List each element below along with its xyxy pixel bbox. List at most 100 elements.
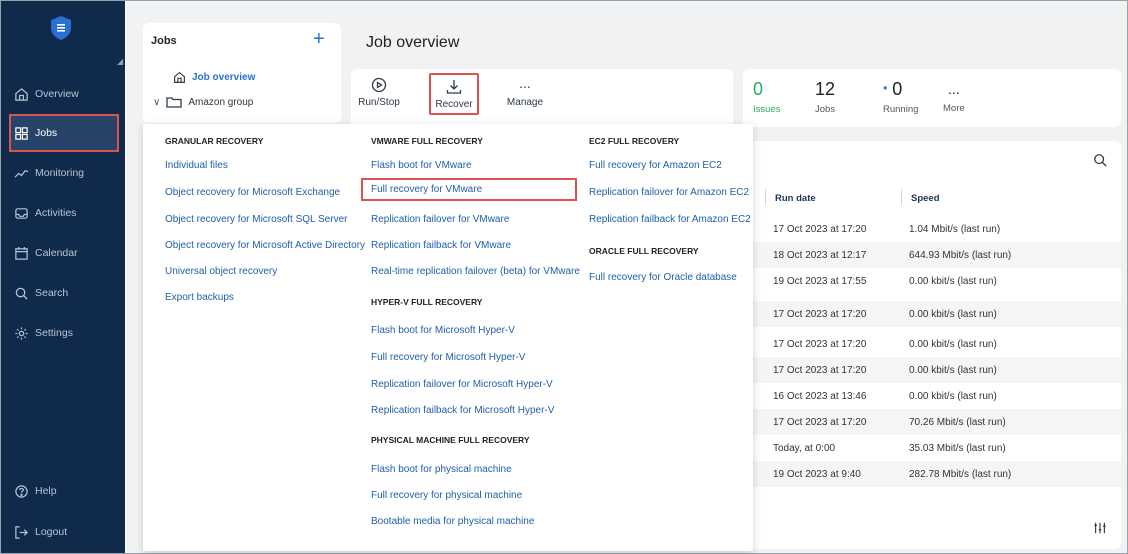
chevron-down-icon[interactable]: ∨ bbox=[153, 97, 160, 108]
menu-item-universal-object-recovery[interactable]: Universal object recovery bbox=[165, 266, 277, 277]
menu-item-full-recovery-physical[interactable]: Full recovery for physical machine bbox=[371, 490, 522, 501]
nav-label: Calendar bbox=[35, 247, 78, 259]
nav-item-calendar[interactable]: Calendar bbox=[11, 236, 117, 270]
nav-label: Help bbox=[35, 485, 57, 497]
menu-item-flash-boot-hyperv[interactable]: Flash boot for Microsoft Hyper-V bbox=[371, 325, 515, 336]
nav-item-monitoring[interactable]: Monitoring bbox=[11, 156, 117, 190]
stat-more[interactable]: ... More bbox=[943, 79, 965, 114]
menu-item-flash-boot-physical[interactable]: Flash boot for physical machine bbox=[371, 464, 512, 475]
menu-item-replication-failback-ec2[interactable]: Replication failback for Amazon EC2 bbox=[589, 214, 751, 225]
run-date-cell: Today, at 0:00 bbox=[773, 443, 836, 454]
more-label: More bbox=[943, 103, 965, 114]
run-stop-button[interactable]: Run/Stop bbox=[355, 77, 403, 108]
table-row[interactable]: 17 Oct 2023 at 17:20 0.00 kbit/s (last ru… bbox=[743, 301, 1121, 327]
menu-heading-ec2: EC2 FULL RECOVERY bbox=[589, 136, 680, 146]
tree-item-job-overview[interactable]: Job overview bbox=[173, 71, 255, 84]
run-date-cell: 16 Oct 2023 at 13:46 bbox=[773, 391, 867, 402]
menu-item-replication-failover-ec2[interactable]: Replication failover for Amazon EC2 bbox=[589, 187, 749, 198]
run-stop-label: Run/Stop bbox=[358, 97, 400, 108]
table-row[interactable]: Today, at 0:00 35.03 Mbit/s (last run) bbox=[743, 435, 1121, 461]
table-row[interactable]: 19 Oct 2023 at 9:40 282.78 Mbit/s (last r… bbox=[743, 461, 1121, 487]
jobs-label: Jobs bbox=[815, 104, 836, 115]
page-title: Job overview bbox=[366, 34, 460, 51]
menu-item-sql-recovery[interactable]: Object recovery for Microsoft SQL Server bbox=[165, 214, 347, 225]
menu-item-ad-recovery[interactable]: Object recovery for Microsoft Active Dir… bbox=[165, 240, 365, 251]
speed-cell: 0.00 kbit/s (last run) bbox=[909, 391, 997, 402]
help-icon bbox=[15, 484, 28, 498]
search-icon bbox=[15, 287, 28, 300]
gear-icon bbox=[15, 326, 28, 340]
menu-item-exchange-recovery[interactable]: Object recovery for Microsoft Exchange bbox=[165, 187, 340, 198]
col-header-run-date[interactable]: Run date bbox=[775, 193, 816, 204]
toolbar: Run/Stop Recover ... Manage bbox=[351, 69, 733, 127]
stat-running[interactable]: • 0 Running bbox=[867, 79, 918, 115]
running-count: • 0 bbox=[883, 79, 903, 99]
table-row[interactable]: 17 Oct 2023 at 17:20 70.26 Mbit/s (last r… bbox=[743, 409, 1121, 435]
nav-label: Monitoring bbox=[35, 167, 85, 179]
table-row[interactable]: 19 Oct 2023 at 17:55 0.00 kbit/s (last ru… bbox=[743, 268, 1121, 294]
nav-item-jobs[interactable]: Jobs bbox=[9, 114, 119, 152]
collapse-arrow-icon[interactable]: ◢ bbox=[117, 57, 123, 66]
tree-item-label: Job overview bbox=[192, 72, 256, 83]
tree-item-amazon-group[interactable]: ∨ Amazon group bbox=[153, 96, 253, 108]
menu-heading-granular: GRANULAR RECOVERY bbox=[165, 136, 264, 146]
jobs-panel-title: Jobs bbox=[151, 35, 177, 47]
menu-item-bootable-media-physical[interactable]: Bootable media for physical machine bbox=[371, 516, 534, 527]
menu-item-replication-failover-vmware[interactable]: Replication failover for VMware bbox=[371, 214, 509, 225]
stat-issues[interactable]: 0 Issues bbox=[753, 79, 780, 115]
column-settings-icon[interactable] bbox=[1093, 521, 1107, 535]
menu-item-replication-failback-hyperv[interactable]: Replication failback for Microsoft Hyper… bbox=[371, 405, 554, 416]
menu-item-replication-failback-vmware[interactable]: Replication failback for VMware bbox=[371, 240, 511, 251]
nav-item-overview[interactable]: Overview bbox=[11, 77, 117, 111]
menu-item-full-recovery-hyperv[interactable]: Full recovery for Microsoft Hyper-V bbox=[371, 352, 525, 363]
home-icon bbox=[15, 87, 28, 101]
nav-item-settings[interactable]: Settings bbox=[11, 316, 117, 350]
nav-label: Logout bbox=[35, 526, 68, 538]
table-row[interactable]: 18 Oct 2023 at 12:17 644.93 Mbit/s (last … bbox=[743, 242, 1121, 268]
col-header-speed[interactable]: Speed bbox=[911, 193, 940, 204]
menu-item-full-recovery-vmware[interactable]: Full recovery for VMware bbox=[361, 178, 577, 201]
column-separator bbox=[901, 189, 902, 205]
search-icon[interactable] bbox=[1093, 153, 1107, 167]
menu-item-flash-boot-vmware[interactable]: Flash boot for VMware bbox=[371, 160, 472, 171]
download-icon bbox=[446, 80, 462, 94]
nav-item-activities[interactable]: Activities bbox=[11, 196, 117, 230]
menu-heading-oracle: ORACLE FULL RECOVERY bbox=[589, 246, 699, 256]
menu-item-replication-failover-hyperv[interactable]: Replication failover for Microsoft Hyper… bbox=[371, 379, 553, 390]
tree-item-label: Amazon group bbox=[188, 96, 254, 108]
speed-cell: 1.04 Mbit/s (last run) bbox=[909, 224, 1001, 235]
issues-label: Issues bbox=[753, 104, 781, 115]
table-row[interactable]: 17 Oct 2023 at 17:20 0.00 kbit/s (last ru… bbox=[743, 357, 1121, 383]
run-date-cell: 17 Oct 2023 at 17:20 bbox=[773, 339, 867, 350]
menu-item-export-backups[interactable]: Export backups bbox=[165, 292, 234, 303]
menu-heading-vmware: VMWARE FULL RECOVERY bbox=[371, 136, 483, 146]
menu-item-full-recovery-oracle[interactable]: Full recovery for Oracle database bbox=[589, 272, 737, 283]
run-date-cell: 19 Oct 2023 at 17:55 bbox=[773, 276, 867, 287]
jobs-panel: Jobs + Job overview ∨ Amazon group bbox=[143, 23, 341, 123]
menu-item-realtime-failover-vmware[interactable]: Real-time replication failover (beta) fo… bbox=[371, 266, 580, 277]
inbox-icon bbox=[15, 207, 28, 219]
run-date-cell: 17 Oct 2023 at 17:20 bbox=[773, 417, 867, 428]
play-circle-icon bbox=[371, 77, 387, 93]
menu-item-full-recovery-ec2[interactable]: Full recovery for Amazon EC2 bbox=[589, 160, 722, 171]
table-row[interactable]: 17 Oct 2023 at 17:20 1.04 Mbit/s (last ru… bbox=[743, 216, 1121, 242]
manage-button[interactable]: ... Manage bbox=[501, 76, 549, 108]
nav-item-help[interactable]: Help bbox=[11, 474, 117, 508]
speed-cell: 70.26 Mbit/s (last run) bbox=[909, 417, 1006, 428]
add-job-button[interactable]: + bbox=[313, 28, 325, 51]
nav-item-logout[interactable]: Logout bbox=[11, 515, 117, 549]
run-date-cell: 17 Oct 2023 at 17:20 bbox=[773, 365, 867, 376]
run-date-cell: 17 Oct 2023 at 17:20 bbox=[773, 309, 867, 320]
nav-label: Overview bbox=[35, 88, 79, 100]
table-row[interactable]: 17 Oct 2023 at 17:20 0.00 kbit/s (last ru… bbox=[743, 331, 1121, 357]
side-nav: ◢ Overview Jobs Monitoring Activities Ca… bbox=[1, 1, 125, 553]
recover-button[interactable]: Recover bbox=[429, 73, 479, 115]
menu-item-individual-files[interactable]: Individual files bbox=[165, 160, 228, 171]
recover-label: Recover bbox=[435, 99, 473, 110]
nav-item-search[interactable]: Search bbox=[11, 276, 117, 310]
stat-jobs[interactable]: 12 Jobs bbox=[815, 79, 835, 115]
table-row[interactable]: 16 Oct 2023 at 13:46 0.00 kbit/s (last ru… bbox=[743, 383, 1121, 409]
column-separator bbox=[765, 189, 766, 205]
speed-cell: 0.00 kbit/s (last run) bbox=[909, 365, 997, 376]
calendar-icon bbox=[15, 246, 28, 260]
